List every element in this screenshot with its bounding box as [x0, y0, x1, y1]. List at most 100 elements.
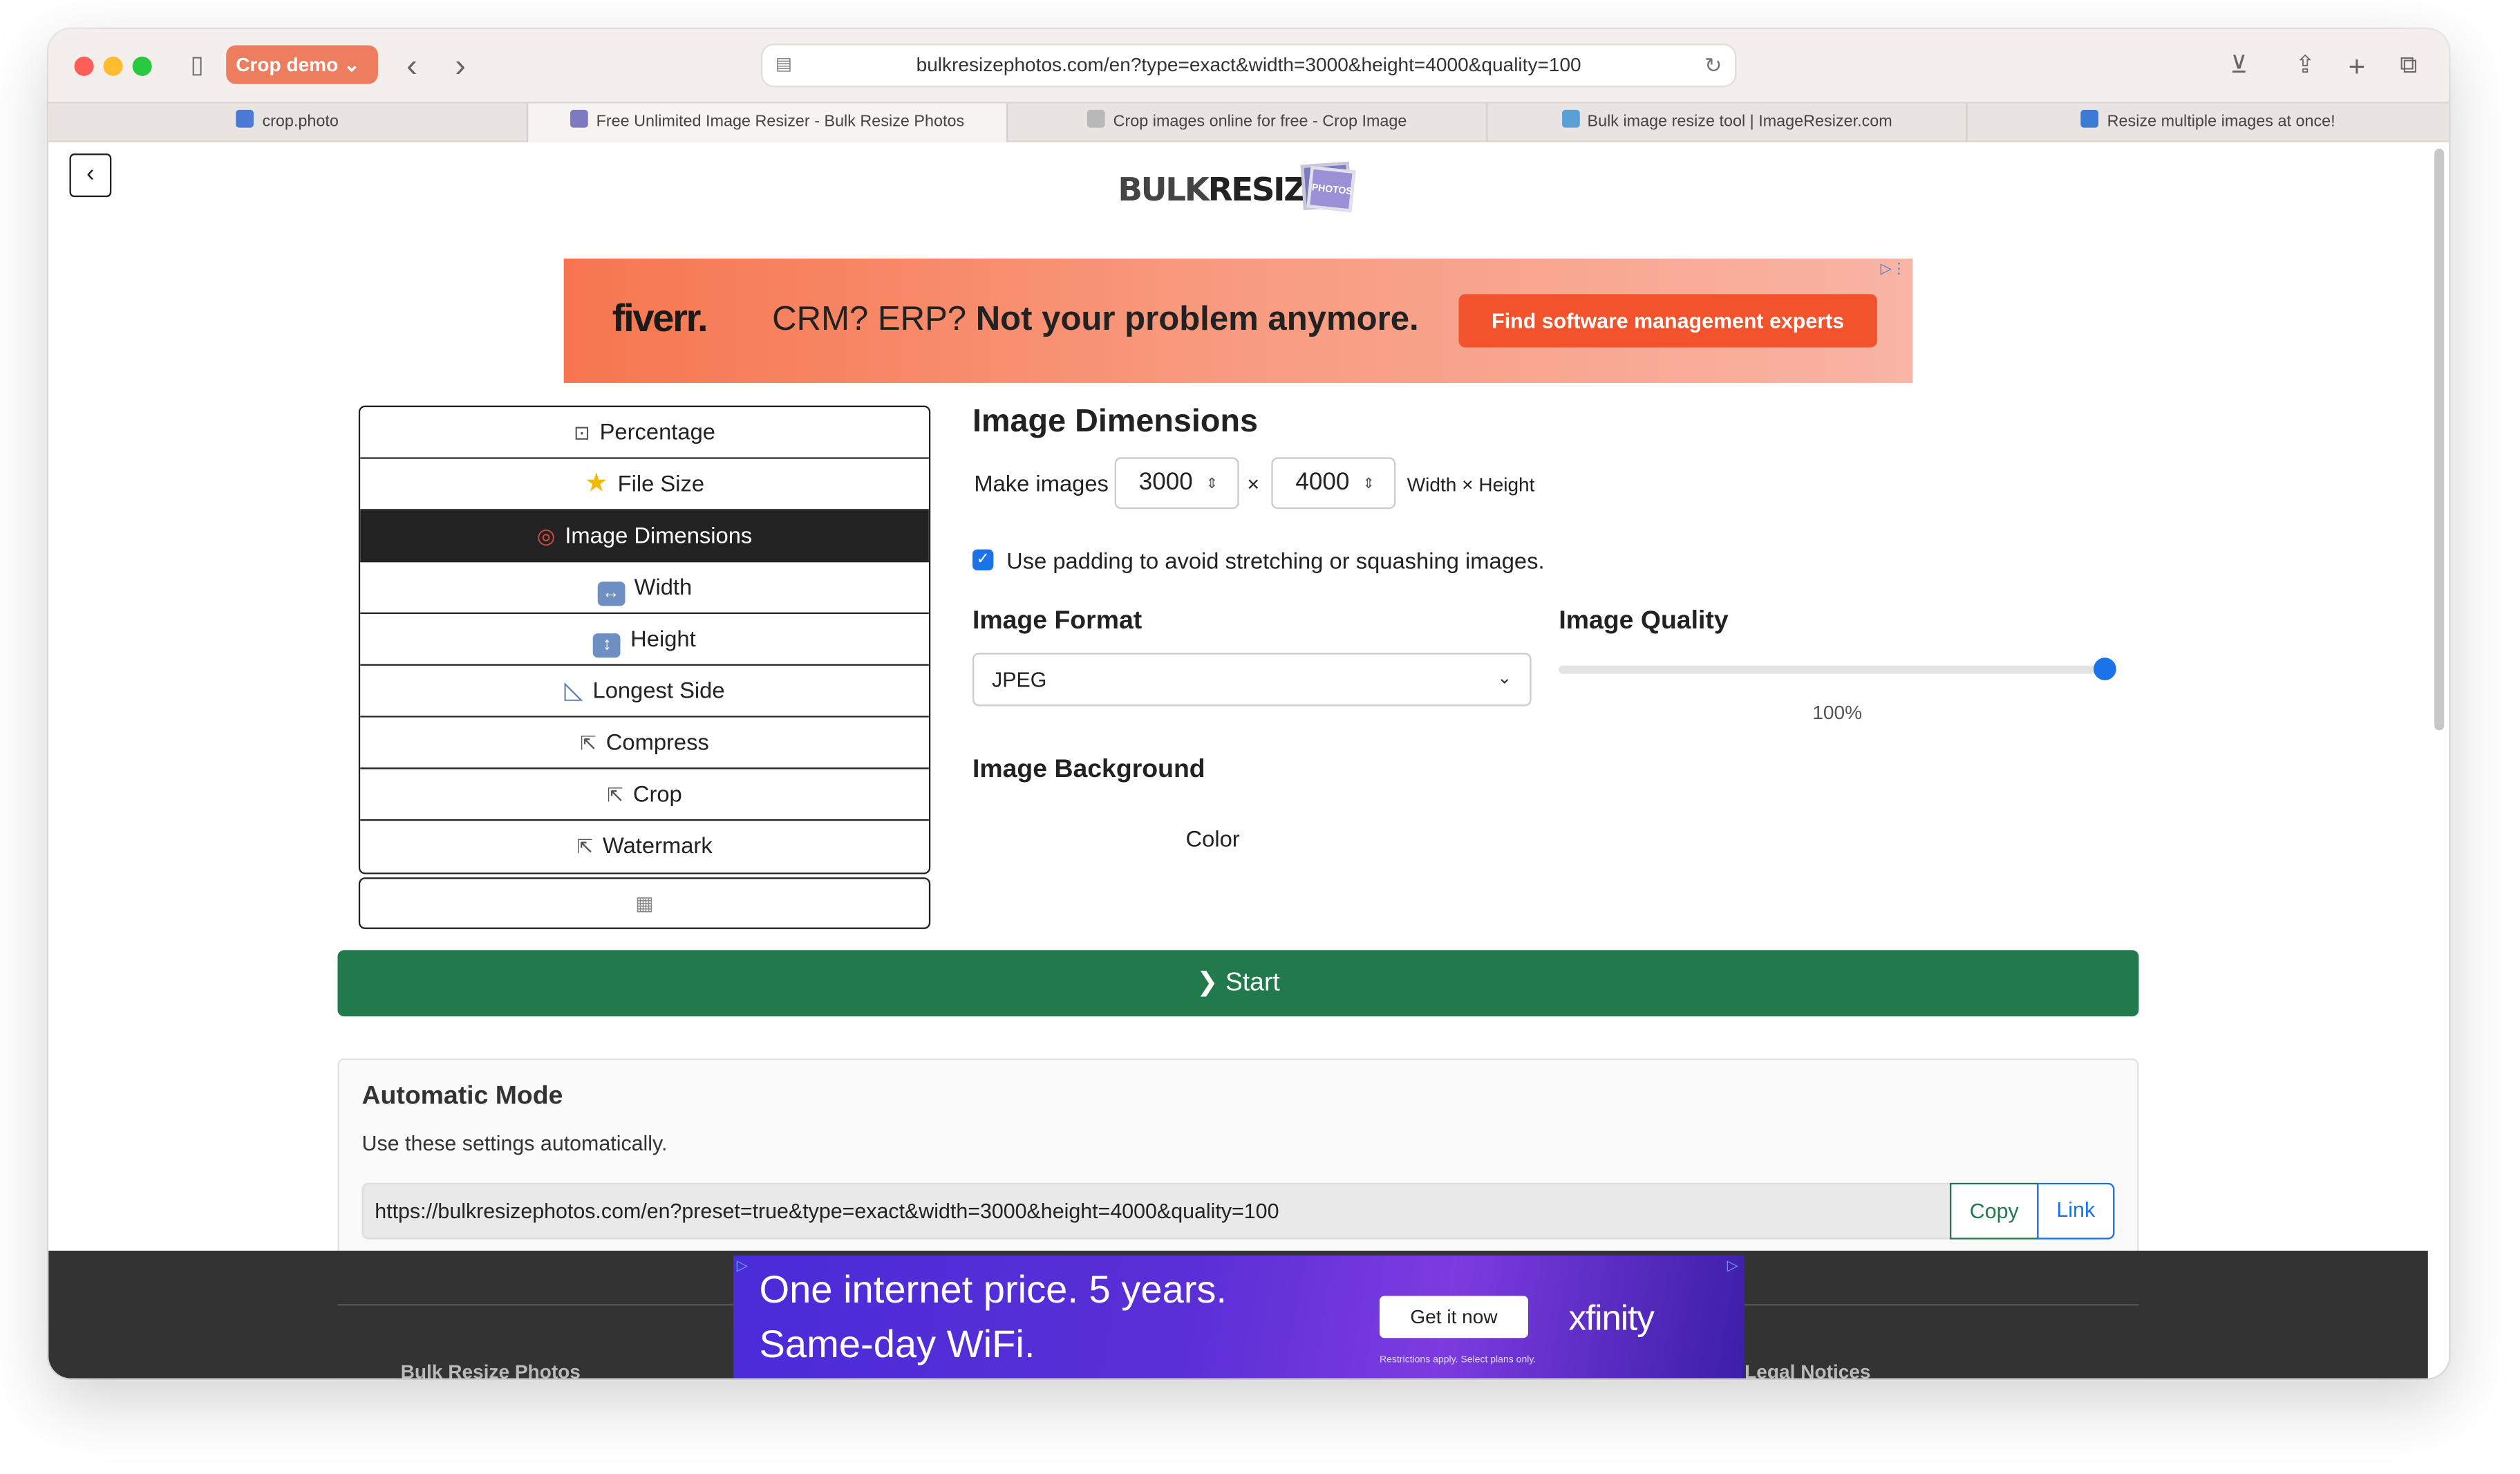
- reload-icon[interactable]: ↻: [1704, 45, 1722, 85]
- copy-button[interactable]: Copy: [1950, 1182, 2039, 1240]
- page-scrollbar[interactable]: [2434, 149, 2445, 731]
- tab-resize-multiple[interactable]: Resize multiple images at once!: [1968, 104, 2449, 142]
- back-button[interactable]: ‹: [69, 153, 112, 198]
- format-select[interactable]: JPEG ⌄: [972, 653, 1532, 707]
- padding-checkbox[interactable]: ✓: [972, 549, 994, 571]
- tab-bar: crop.photo Free Unlimited Image Resizer …: [48, 102, 2450, 142]
- share-icon[interactable]: ⇪: [2287, 48, 2322, 84]
- menu-item-label: Image Dimensions: [565, 521, 753, 548]
- adchoices-icon[interactable]: ▷: [1727, 1257, 1738, 1275]
- stepper-icon[interactable]: ⇕: [1206, 459, 1219, 507]
- back-icon[interactable]: ‹: [394, 48, 429, 84]
- page-settings-icon[interactable]: ▤: [775, 45, 792, 85]
- ad-bottom-line1: One internet price. 5 years.: [759, 1268, 1228, 1312]
- tab-title: crop.photo: [262, 113, 339, 131]
- ad-bottom-line2: Same-day WiFi.: [759, 1323, 1035, 1368]
- tab-favicon: [1087, 109, 1105, 128]
- units-label: Width × Height: [1407, 473, 1535, 496]
- tab-title: Resize multiple images at once!: [2107, 113, 2335, 131]
- menu-item-label: Compress: [605, 729, 709, 755]
- automatic-mode-title: Automatic Mode: [361, 1082, 563, 1110]
- footer-heading-left: Bulk Resize Photos: [400, 1360, 581, 1379]
- ad-cta-button[interactable]: Find software management experts: [1458, 294, 1877, 348]
- logo-text: BULKRESIZE: [1118, 169, 1327, 209]
- tab-group-button[interactable]: Crop demo ⌄: [226, 45, 378, 84]
- tab-bulk-resize-photos[interactable]: Free Unlimited Image Resizer - Bulk Resi…: [528, 103, 1008, 142]
- close-window-button[interactable]: [74, 56, 94, 76]
- section-title-dimensions: Image Dimensions: [972, 404, 1259, 440]
- width-input[interactable]: 3000 ⇕: [1114, 457, 1239, 510]
- adchoices-icon[interactable]: ▷⋮: [1881, 260, 1906, 278]
- download-icon[interactable]: ⊻: [2221, 48, 2257, 84]
- ad-brand: fiverr.: [612, 297, 708, 342]
- quality-slider-thumb[interactable]: [2094, 657, 2116, 680]
- ad-info-icon[interactable]: ▷: [737, 1257, 748, 1275]
- make-images-label: Make images: [974, 470, 1109, 496]
- menu-item-height[interactable]: ↕ Height: [360, 614, 929, 666]
- external-link-icon: ⇱: [580, 731, 596, 755]
- automatic-mode-description: Use these settings automatically.: [361, 1131, 668, 1156]
- new-tab-icon[interactable]: +: [2339, 48, 2374, 84]
- tab-crop-image[interactable]: Crop images online for free - Crop Image: [1008, 103, 1488, 142]
- ad-banner-bottom[interactable]: One internet price. 5 years. Same-day WiF…: [733, 1256, 1745, 1379]
- tab-imageresizer[interactable]: Bulk image resize tool | ImageResizer.co…: [1488, 103, 1968, 142]
- ad-message-bold: Not your problem anymore.: [975, 300, 1419, 338]
- width-arrows-icon: ↔: [596, 581, 625, 606]
- minimize-window-button[interactable]: [103, 56, 123, 76]
- site-logo[interactable]: BULKRESIZE PHOTOS: [1118, 160, 1360, 213]
- ad-bottom-fine-print: Restrictions apply. Select plans only.: [1379, 1355, 1536, 1365]
- forward-icon[interactable]: ›: [442, 48, 478, 84]
- tab-favicon: [570, 109, 588, 128]
- external-link-icon: ⇱: [576, 835, 593, 859]
- menu-item-label: Watermark: [602, 832, 713, 859]
- zoom-window-button[interactable]: [132, 56, 152, 76]
- ad-banner-top[interactable]: fiverr. CRM? ERP? Not your problem anymo…: [563, 258, 1913, 383]
- browser-toolbar: ▯ Crop demo ⌄ ‹ › ▤ bulkresizephotos.com…: [48, 29, 2450, 102]
- tab-favicon: [2081, 109, 2099, 128]
- height-input[interactable]: 4000 ⇕: [1271, 457, 1396, 510]
- quality-slider[interactable]: [1559, 657, 2116, 680]
- tab-group-label: Crop demo: [236, 53, 339, 76]
- stepper-icon[interactable]: ⇕: [1362, 459, 1375, 507]
- tab-title: Bulk image resize tool | ImageResizer.co…: [1587, 113, 1892, 131]
- resize-mode-menu: ⊡ Percentage ★ File Size ◎ Image Dimensions…: [358, 405, 931, 875]
- menu-item-longest-side[interactable]: ◺ Longest Side: [360, 665, 929, 718]
- tab-title: Free Unlimited Image Resizer - Bulk Resi…: [596, 113, 965, 131]
- tab-crop-photo[interactable]: crop.photo: [48, 103, 529, 142]
- chevron-down-icon: ⌄: [1497, 669, 1512, 689]
- ad-bottom-message: One internet price. 5 years. Same-day WiF…: [759, 1264, 1227, 1374]
- menu-item-percentage[interactable]: ⊡ Percentage: [360, 407, 929, 459]
- menu-item-crop[interactable]: ⇱ Crop: [360, 769, 929, 821]
- start-button[interactable]: ❯ Start: [337, 950, 2139, 1017]
- address-bar[interactable]: ▤ bulkresizephotos.com/en?type=exact&wid…: [762, 45, 1736, 86]
- menu-item-image-dimensions[interactable]: ◎ Image Dimensions: [360, 510, 929, 563]
- address-bar-url: bulkresizephotos.com/en?type=exact&width…: [916, 53, 1581, 76]
- menu-item-watermark[interactable]: ⇱ Watermark: [360, 821, 929, 873]
- menu-item-label: Percentage: [599, 418, 715, 445]
- padding-checkbox-label[interactable]: Use padding to avoid stretching or squas…: [1006, 548, 1545, 573]
- height-arrows-icon: ↕: [593, 633, 621, 658]
- more-options-button[interactable]: ▦: [358, 877, 931, 929]
- external-link-icon: ⇱: [607, 783, 623, 807]
- logo-prefix: BULK: [1118, 169, 1210, 209]
- ad-bottom-cta-button[interactable]: Get it now: [1379, 1296, 1528, 1338]
- footer-heading-right: Legal Notices: [1745, 1360, 1871, 1379]
- preset-url-field[interactable]: https://bulkresizephotos.com/en?preset=t…: [361, 1182, 1953, 1240]
- tab-overview-icon[interactable]: ⧉: [2391, 48, 2426, 84]
- section-title-format: Image Format: [972, 607, 1143, 635]
- background-color-picker[interactable]: Color: [1186, 825, 1240, 851]
- menu-item-label: File Size: [617, 470, 705, 496]
- format-selected: JPEG: [992, 667, 1047, 692]
- menu-item-width[interactable]: ↔ Width: [360, 562, 929, 615]
- star-icon: ★: [585, 470, 608, 498]
- height-value: 4000: [1295, 468, 1350, 496]
- sidebar-icon[interactable]: ▯: [179, 48, 214, 84]
- tab-favicon: [1561, 109, 1579, 128]
- link-button[interactable]: Link: [2037, 1182, 2115, 1240]
- menu-item-file-size[interactable]: ★ File Size: [360, 458, 929, 511]
- menu-item-compress[interactable]: ⇱ Compress: [360, 717, 929, 769]
- ad-bottom-brand: xfinity: [1568, 1297, 1654, 1338]
- logo-photo-badge: PHOTOS: [1306, 165, 1356, 213]
- section-title-quality: Image Quality: [1559, 607, 1729, 635]
- menu-item-label: Longest Side: [592, 677, 725, 703]
